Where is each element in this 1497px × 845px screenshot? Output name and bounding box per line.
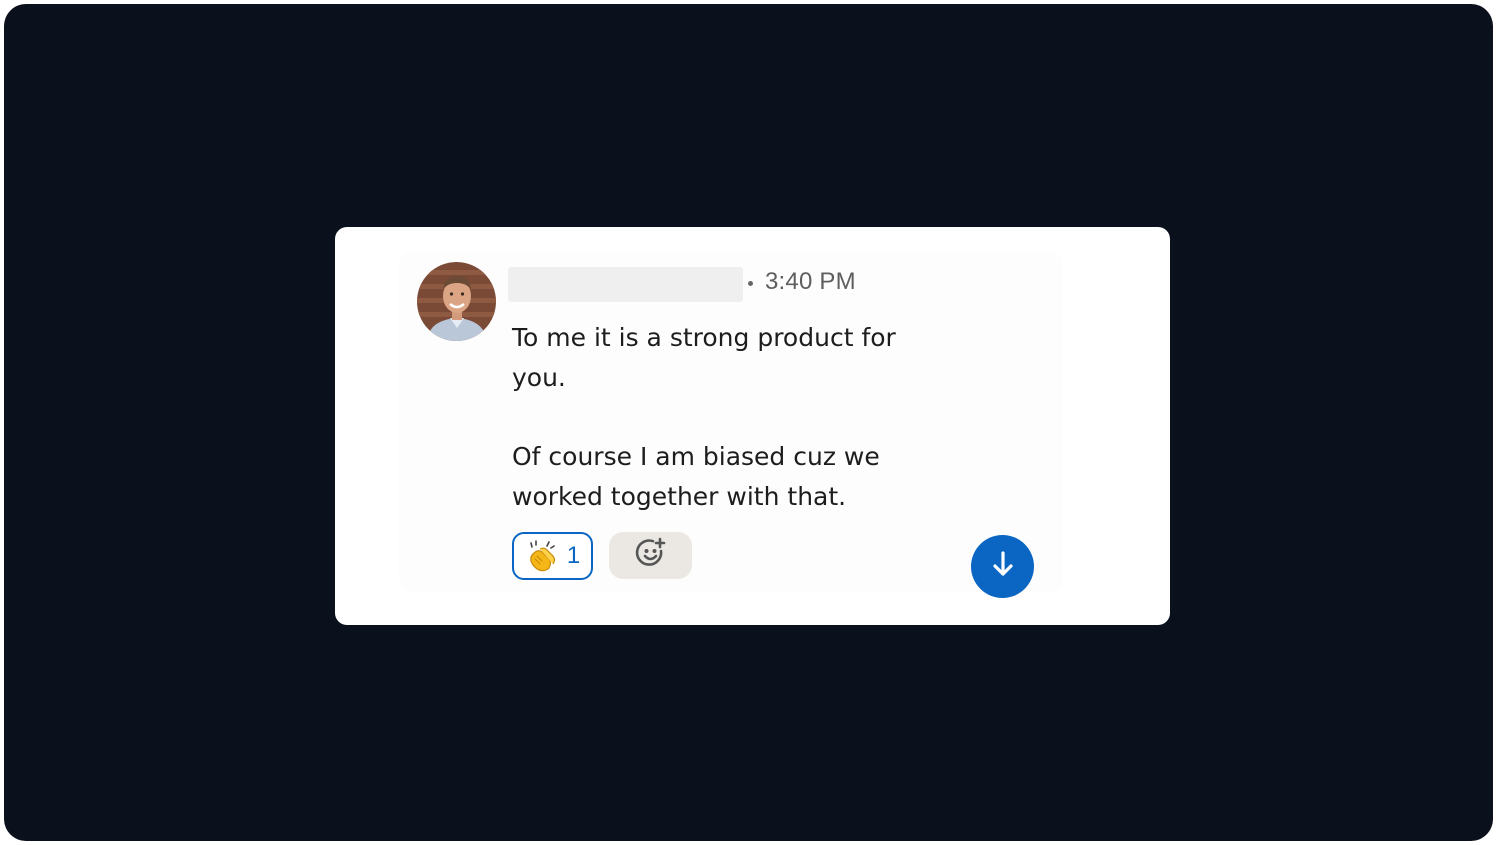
separator-dot xyxy=(748,281,753,286)
sender-name-redacted xyxy=(508,267,743,302)
message-paragraph: Of course I am biased cuz we worked toge… xyxy=(512,442,880,511)
add-emoji-icon xyxy=(635,537,667,574)
arrow-down-icon xyxy=(988,549,1018,584)
clapping-hands-icon xyxy=(525,539,559,573)
message-timestamp: 3:40 PM xyxy=(765,268,856,295)
message-item xyxy=(399,251,1063,593)
message-paragraph: To me it is a strong product for you. xyxy=(512,323,896,392)
screen-background: 3:40 PM To me it is a strong product for… xyxy=(4,4,1493,841)
add-reaction-button[interactable] xyxy=(609,532,692,579)
message-card: 3:40 PM To me it is a strong product for… xyxy=(335,227,1170,625)
reaction-count: 1 xyxy=(566,542,581,569)
reaction-clap-button[interactable]: 1 xyxy=(512,532,593,580)
avatar[interactable] xyxy=(417,262,496,341)
scroll-to-bottom-button[interactable] xyxy=(971,535,1034,598)
